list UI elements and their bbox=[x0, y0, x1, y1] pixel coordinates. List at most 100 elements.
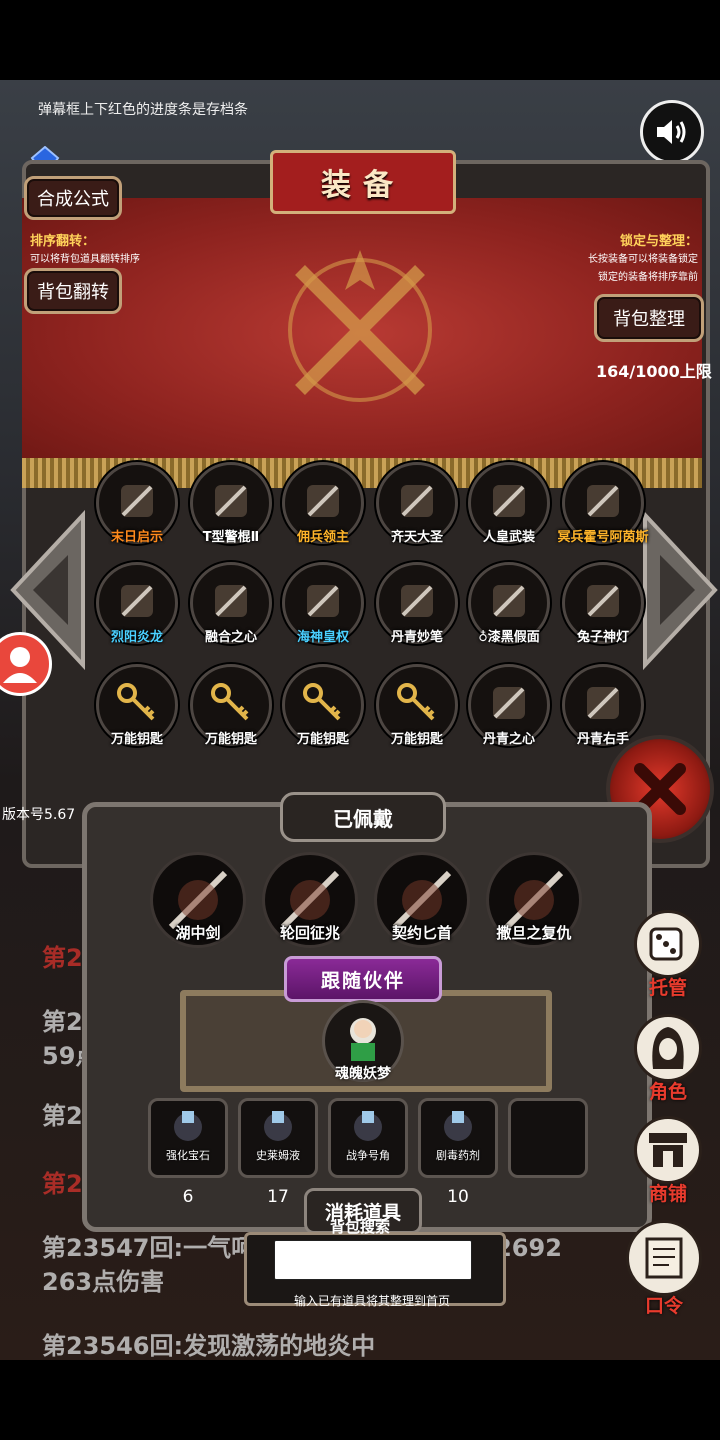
bag-item-slot[interactable]: 烈阳炎龙 bbox=[96, 562, 178, 645]
bag-search-hint: 输入已有道具将其整理到首页 bbox=[293, 1294, 450, 1308]
equipped-title: 已佩戴 bbox=[280, 792, 446, 842]
equipment-icon bbox=[121, 585, 153, 617]
bag-item-label: 海神皇权 bbox=[296, 630, 349, 645]
consumable-slot[interactable] bbox=[508, 1098, 588, 1178]
companion-slot[interactable]: 魂魄妖梦 bbox=[322, 1000, 404, 1082]
equipment-icon bbox=[307, 485, 339, 517]
log-line: 第23546回:发现激荡的地炎中 bbox=[42, 1332, 376, 1360]
dice-icon bbox=[649, 927, 683, 961]
equipped-item-slot[interactable]: 撒旦之复仇 bbox=[486, 852, 582, 948]
lock-hint-title: 锁定与整理： bbox=[619, 234, 698, 249]
equipment-icon bbox=[587, 687, 619, 719]
bag-item-label: 万能钥匙 bbox=[110, 732, 163, 747]
equipped-item-slot[interactable]: 契约匕首 bbox=[374, 852, 470, 948]
consumable-slot[interactable]: 史莱姆液 17 bbox=[238, 1098, 318, 1207]
bag-item-slot[interactable]: 万能钥匙 bbox=[376, 664, 458, 747]
bag-item-label: ♁漆黑假面 bbox=[478, 630, 540, 645]
consumable-count: 10 bbox=[447, 1187, 469, 1207]
consumable-icon bbox=[354, 1111, 382, 1141]
bag-search-input[interactable] bbox=[274, 1240, 472, 1280]
avatar-button[interactable] bbox=[0, 632, 52, 696]
bag-capacity: 164/1000上限 bbox=[596, 362, 712, 381]
bag-item-slot[interactable]: 融合之心 bbox=[190, 562, 272, 645]
bag-item-label: 融合之心 bbox=[204, 630, 257, 645]
bag-item-slot[interactable]: 丹青右手 bbox=[562, 664, 644, 747]
bag-item-label: 丹青之心 bbox=[482, 732, 535, 747]
bag-item-slot[interactable]: 冥兵霍号阿茵斯 bbox=[557, 462, 649, 545]
consumable-label: 剧毒药剂 bbox=[436, 1149, 480, 1162]
bag-item-slot[interactable]: 人皇武装 bbox=[468, 462, 550, 545]
game-scene: 第2 第23 59点 第2 第2 第23547回:一气呵成下律雷击诅咒电造成26… bbox=[0, 80, 720, 1360]
bag-item-slot[interactable]: 佣兵领主 bbox=[282, 462, 364, 545]
consumable-icon bbox=[444, 1111, 472, 1141]
speaker-icon bbox=[657, 120, 686, 144]
bag-item-slot[interactable]: 海神皇权 bbox=[282, 562, 364, 645]
user-icon bbox=[3, 647, 37, 683]
shop-button[interactable]: 商铺 bbox=[634, 1116, 702, 1205]
auto-play-button[interactable]: 托管 bbox=[634, 910, 702, 999]
lock-hint-text: 长按装备可以将装备锁定 bbox=[588, 254, 698, 265]
consumable-slot[interactable]: 战争号角9 bbox=[328, 1098, 408, 1207]
bag-item-label: 万能钥匙 bbox=[296, 732, 349, 747]
synthesis-formula-button[interactable]: 合成公式 bbox=[24, 176, 122, 220]
character-button[interactable]: 角色 bbox=[634, 1014, 702, 1103]
equipped-item-label: 轮回征兆 bbox=[279, 924, 340, 942]
side-menu-label: 口令 bbox=[644, 1295, 683, 1317]
key-icon bbox=[117, 683, 155, 721]
bag-item-slot[interactable]: 末日启示 bbox=[96, 462, 178, 545]
bag-item-label: 万能钥匙 bbox=[204, 732, 257, 747]
bag-item-slot[interactable]: T型警棍Ⅱ bbox=[190, 462, 272, 545]
bag-item-slot[interactable]: 万能钥匙 bbox=[190, 664, 272, 747]
bag-item-slot[interactable]: 万能钥匙 bbox=[96, 664, 178, 747]
bag-item-label: 丹青妙笔 bbox=[390, 630, 443, 645]
equipment-icon bbox=[401, 585, 433, 617]
consumable-icon bbox=[264, 1111, 292, 1141]
equipment-icon bbox=[121, 485, 153, 517]
consumable-slot[interactable]: 剧毒药剂 10 bbox=[418, 1098, 498, 1207]
sort-hint-title: 排序翻转： bbox=[30, 234, 96, 249]
key-icon bbox=[397, 683, 435, 721]
consumable-slot[interactable]: 强化宝石 6 bbox=[148, 1098, 228, 1207]
sound-toggle-button[interactable] bbox=[640, 100, 704, 164]
side-menu-label: 角色 bbox=[648, 1081, 687, 1103]
panel-title: 装备 bbox=[270, 150, 456, 214]
version-label: 版本号5.67 bbox=[2, 807, 76, 823]
equipped-item-slot[interactable]: 湖中剑 bbox=[150, 852, 246, 948]
side-menu-label: 托管 bbox=[648, 977, 687, 999]
bag-item-label: 烈阳炎龙 bbox=[110, 630, 163, 645]
key-icon bbox=[303, 683, 341, 721]
log-line: 第2 bbox=[42, 1102, 83, 1130]
lock-hint-text: 锁定的装备将排序靠前 bbox=[598, 272, 698, 283]
organize-bag-button[interactable]: 背包整理 bbox=[594, 294, 704, 342]
bag-item-label: 人皇武装 bbox=[482, 530, 535, 545]
equipment-icon bbox=[401, 485, 433, 517]
bag-item-label: 兔子神灯 bbox=[576, 630, 629, 645]
equipped-item-slot[interactable]: 轮回征兆 bbox=[262, 852, 358, 948]
sort-hint-text: 可以将背包道具翻转排序 bbox=[30, 254, 140, 265]
bag-item-slot[interactable]: 齐天大圣 bbox=[376, 462, 458, 545]
equipped-item-label: 湖中剑 bbox=[175, 924, 221, 942]
bag-search-title: 背包搜索 bbox=[329, 1218, 390, 1236]
code-button[interactable]: 口令 bbox=[626, 1220, 702, 1317]
bag-item-slot[interactable]: 兔子神灯 bbox=[562, 562, 644, 645]
equipment-icon bbox=[493, 585, 525, 617]
bag-item-slot[interactable]: 万能钥匙 bbox=[282, 664, 364, 747]
equipment-icon bbox=[215, 485, 247, 517]
bag-item-slot[interactable]: 丹青妙笔 bbox=[376, 562, 458, 645]
bag-item-slot[interactable]: 丹青之心 bbox=[468, 664, 550, 747]
side-menu-label: 商铺 bbox=[648, 1183, 687, 1205]
equipped-item-label: 契约匕首 bbox=[391, 924, 452, 942]
log-line: 263点伤害 bbox=[42, 1268, 165, 1296]
companion-name: 魂魄妖梦 bbox=[335, 1066, 391, 1082]
equipment-icon bbox=[587, 485, 619, 517]
bag-item-label: 末日启示 bbox=[110, 530, 163, 545]
shop-icon bbox=[649, 1133, 687, 1167]
scroll-icon bbox=[645, 1237, 683, 1279]
consumable-count: 6 bbox=[182, 1187, 194, 1207]
bag-item-slot[interactable]: ♁漆黑假面 bbox=[468, 562, 550, 645]
log-line: 第2 bbox=[42, 944, 83, 972]
equipment-icon bbox=[587, 585, 619, 617]
bag-item-label: 万能钥匙 bbox=[390, 732, 443, 747]
companion-title: 跟随伙伴 bbox=[284, 956, 442, 1002]
reverse-bag-button[interactable]: 背包翻转 bbox=[24, 268, 122, 314]
